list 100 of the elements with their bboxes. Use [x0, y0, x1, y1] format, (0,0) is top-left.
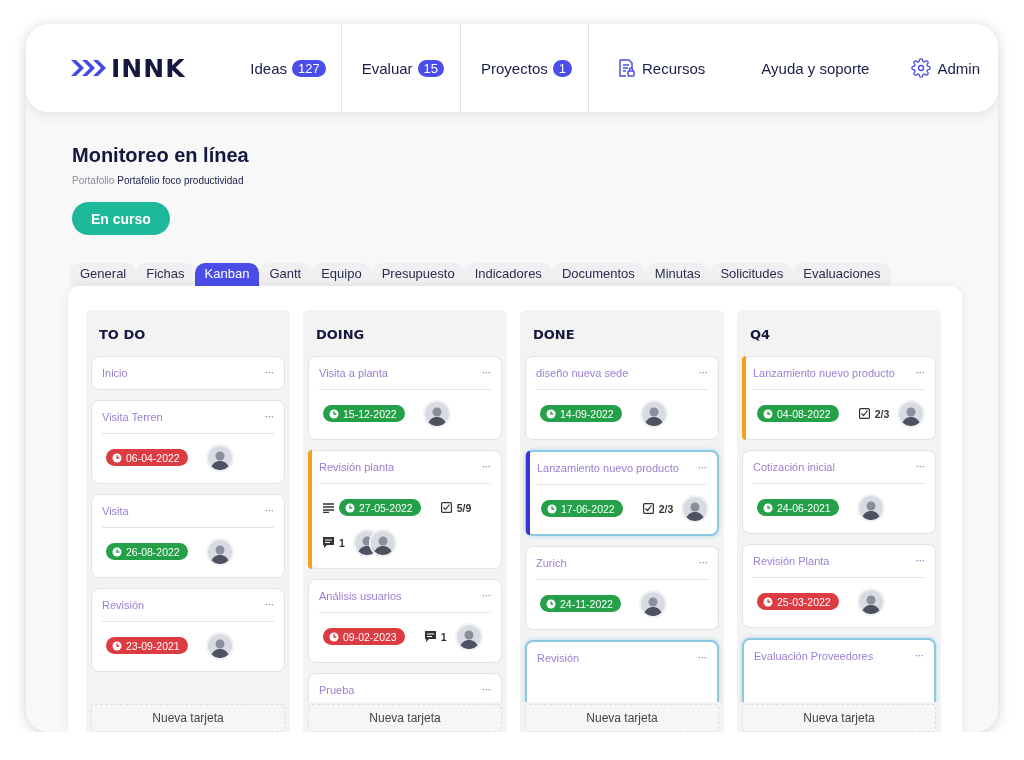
task-card[interactable]: Zurich ··· 24-11-2022	[525, 546, 719, 630]
due-date-badge: 09-02-2023	[323, 628, 405, 645]
task-card[interactable]: Visita a planta ··· 15-12-2022	[308, 356, 502, 440]
task-card[interactable]: Prueba ···	[308, 673, 502, 702]
avatar-icon	[683, 496, 708, 521]
card-title: Cotización inicial	[753, 461, 835, 473]
tab[interactable]: Fichas	[136, 263, 195, 286]
new-card-button[interactable]: Nueva tarjeta	[742, 704, 936, 732]
task-card[interactable]: Revisión Planta ··· 25-03-2022	[742, 544, 936, 628]
task-card[interactable]: Cotización inicial ··· 24-06-2021	[742, 450, 936, 534]
more-menu[interactable]: ···	[265, 412, 274, 422]
due-date-badge: 14-09-2022	[540, 405, 622, 422]
count-badge: 1	[552, 59, 572, 77]
more-menu[interactable]: ···	[482, 368, 491, 378]
checklist-count: 5/9	[456, 501, 472, 514]
status-button[interactable]: En curso	[72, 202, 170, 235]
comment-icon	[323, 537, 334, 548]
nav-link[interactable]: Ayuda y soporte	[761, 59, 870, 77]
more-menu[interactable]: ···	[482, 685, 491, 695]
task-card[interactable]: Lanzamiento nuevo producto ··· 04-08-2022 2/3	[742, 356, 936, 440]
task-card[interactable]: Visita Terren ··· 06-04-2022	[91, 400, 285, 484]
more-menu[interactable]: ···	[915, 651, 924, 661]
card-title: Lanzamiento nuevo producto	[753, 367, 895, 379]
tab[interactable]: Kanban	[194, 263, 260, 286]
avatar-icon	[456, 624, 481, 649]
nav-link[interactable]: Recursos	[615, 58, 706, 78]
task-card[interactable]: Visita ··· 26-08-2022	[91, 494, 285, 578]
task-card[interactable]: Revisión planta ··· 27-05-2022 5/9 1	[308, 450, 502, 569]
card-title: Visita Terren	[102, 411, 163, 423]
new-card-button[interactable]: Nueva tarjeta	[91, 704, 285, 732]
clock-icon	[329, 631, 339, 642]
clock-icon	[345, 502, 355, 513]
more-menu[interactable]: ···	[482, 462, 491, 472]
tab[interactable]: Indicadores	[464, 263, 552, 286]
more-menu[interactable]: ···	[482, 591, 491, 601]
tab[interactable]: Solicitudes	[710, 263, 794, 286]
clock-icon	[112, 546, 122, 557]
task-card[interactable]: Revisión ···	[525, 640, 719, 702]
more-menu[interactable]: ···	[265, 368, 274, 378]
more-menu[interactable]: ···	[916, 368, 925, 378]
more-menu[interactable]: ···	[916, 556, 925, 566]
tab[interactable]: General	[70, 263, 137, 286]
page-title: Monitoreo en línea	[72, 144, 250, 167]
card-title: diseño nueva sede	[536, 367, 629, 379]
nav-link[interactable]: Evaluar	[361, 59, 413, 77]
nav-link[interactable]: Ideas	[250, 59, 287, 77]
more-menu[interactable]: ···	[265, 600, 274, 610]
tab[interactable]: Documentos	[551, 263, 645, 286]
avatar-icon	[858, 495, 883, 520]
card-title: Revisión Planta	[753, 555, 830, 567]
column-title: DONE	[532, 326, 576, 344]
task-card[interactable]: Inicio ···	[91, 356, 285, 390]
card-title: Zurich	[536, 557, 567, 569]
task-card[interactable]: diseño nueva sede ··· 14-09-2022	[525, 356, 719, 440]
avatar-icon	[899, 401, 924, 426]
task-card[interactable]: Análisis usuarios ··· 09-02-2023 1	[308, 579, 502, 663]
task-card[interactable]: Evaluación Proveedores ···	[742, 638, 936, 702]
avatar-icon	[370, 530, 395, 555]
card-title: Prueba	[319, 684, 355, 696]
tab[interactable]: Presupuesto	[371, 263, 465, 286]
card-title: Revisión	[537, 652, 580, 664]
settings-icon	[911, 58, 932, 78]
nav-link[interactable]: Admin	[911, 58, 980, 78]
tab[interactable]: Equipo	[311, 263, 372, 286]
due-date-badge: 15-12-2022	[323, 405, 405, 422]
clock-icon	[112, 452, 122, 463]
breadcrumb-value: Portafolio foco productividad	[117, 175, 244, 186]
tab[interactable]: Gantt	[259, 263, 312, 286]
new-card-button[interactable]: Nueva tarjeta	[525, 704, 719, 732]
avatar-icon	[207, 445, 232, 470]
new-card-button[interactable]: Nueva tarjeta	[308, 704, 502, 732]
breadcrumb-label: Portafolio	[72, 175, 115, 186]
nav-link[interactable]: Proyectos	[481, 59, 548, 77]
task-card[interactable]: Lanzamiento nuevo producto ··· 17-06-2022 2/3	[525, 450, 719, 536]
clock-icon	[547, 503, 557, 514]
card-title: Análisis usuarios	[319, 590, 402, 602]
task-card[interactable]: Revisión ··· 23-09-2021	[91, 588, 285, 672]
due-date-badge: 27-05-2022	[339, 499, 421, 516]
avatar-icon	[207, 539, 232, 564]
due-date-badge: 23-09-2021	[106, 637, 188, 654]
more-menu[interactable]: ···	[699, 368, 708, 378]
column-title: TO DO	[98, 326, 147, 344]
more-menu[interactable]: ···	[265, 506, 274, 516]
more-menu[interactable]: ···	[916, 462, 925, 472]
clock-icon	[763, 502, 773, 513]
avatar-icon	[858, 589, 883, 614]
checklist-icon	[642, 503, 654, 514]
more-menu[interactable]: ···	[698, 653, 707, 663]
clock-icon	[546, 408, 556, 419]
due-date-badge: 24-11-2022	[540, 595, 621, 612]
due-date-badge: 25-03-2022	[757, 593, 839, 610]
clock-icon	[112, 640, 122, 651]
card-title: Lanzamiento nuevo producto	[537, 462, 679, 474]
due-date-badge: 04-08-2022	[757, 405, 839, 422]
due-date-badge: 26-08-2022	[106, 543, 188, 560]
comment-count: 1	[339, 536, 345, 549]
more-menu[interactable]: ···	[698, 463, 707, 473]
tab[interactable]: Minutas	[644, 263, 711, 286]
tab[interactable]: Evaluaciones	[793, 263, 891, 286]
more-menu[interactable]: ···	[699, 558, 708, 568]
